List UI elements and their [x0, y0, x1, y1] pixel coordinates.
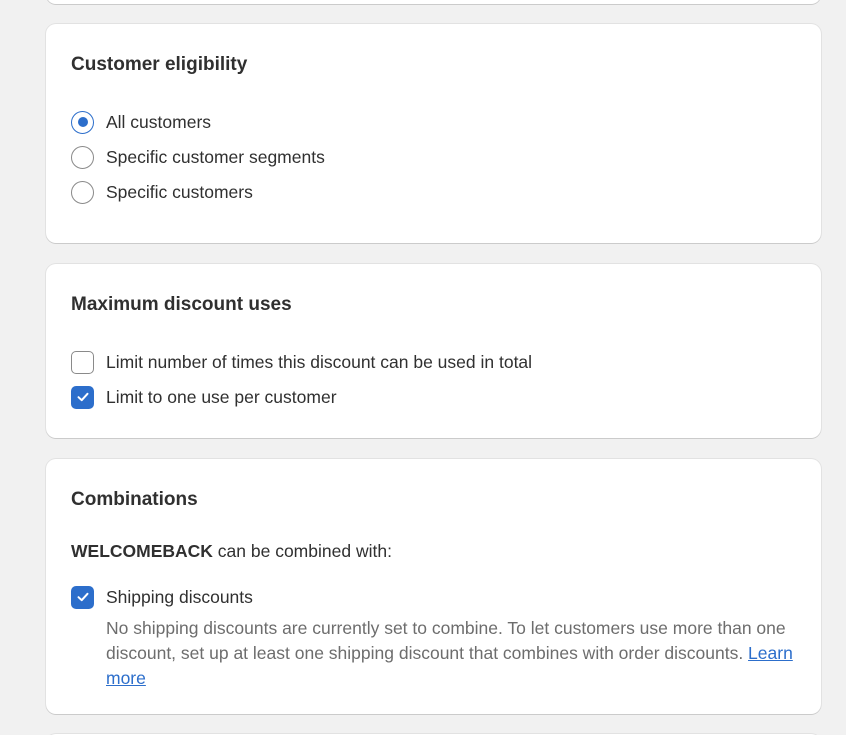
radio-specific-customer-segments[interactable]: Specific customer segments: [71, 145, 325, 169]
customer-eligibility-title: Customer eligibility: [71, 54, 248, 75]
radio-indicator[interactable]: [71, 180, 94, 204]
checkbox-limit-one-per-customer[interactable]: Limit to one use per customer: [71, 385, 337, 409]
radio-label: Specific customers: [106, 181, 253, 202]
checkbox-shipping-discounts[interactable]: Shipping discounts: [71, 585, 253, 609]
customer-eligibility-card: Customer eligibility All customers Speci…: [46, 24, 821, 243]
maximum-discount-uses-title: Maximum discount uses: [71, 294, 292, 315]
maximum-discount-uses-card: Maximum discount uses Limit number of ti…: [46, 264, 821, 438]
radio-specific-customers[interactable]: Specific customers: [71, 180, 253, 204]
radio-indicator[interactable]: [71, 145, 94, 169]
checkmark-icon: [77, 592, 88, 602]
checkbox-indicator[interactable]: [71, 585, 94, 609]
checkbox-label: Shipping discounts: [106, 586, 253, 607]
radio-all-customers[interactable]: All customers: [71, 110, 211, 134]
previous-card: [46, 0, 821, 4]
combinations-title: Combinations: [71, 489, 198, 510]
checkbox-label: Limit number of times this discount can …: [106, 351, 533, 372]
discount-code: WELCOMEBACK: [71, 541, 213, 561]
help-text-body: No shipping discounts are currently set …: [106, 618, 786, 663]
radio-label: Specific customer segments: [106, 146, 325, 167]
combinations-card: Combinations WELCOMEBACK can be combined…: [46, 459, 821, 714]
combinable-text: can be combined with:: [212, 541, 392, 561]
checkbox-indicator[interactable]: [71, 350, 94, 374]
radio-label: All customers: [106, 111, 212, 132]
radio-selected-indicator[interactable]: [71, 110, 94, 134]
checkbox-label: Limit to one use per customer: [106, 386, 337, 407]
combinable-description: WELCOMEBACK can be combined with:: [71, 541, 392, 562]
checkmark-icon: [77, 392, 88, 402]
checkbox-limit-total-uses[interactable]: Limit number of times this discount can …: [71, 350, 532, 374]
shipping-discounts-help-text: No shipping discounts are currently set …: [106, 616, 806, 691]
checkbox-indicator[interactable]: [71, 385, 94, 409]
discount-settings-page: Customer eligibility All customers Speci…: [0, 0, 846, 735]
